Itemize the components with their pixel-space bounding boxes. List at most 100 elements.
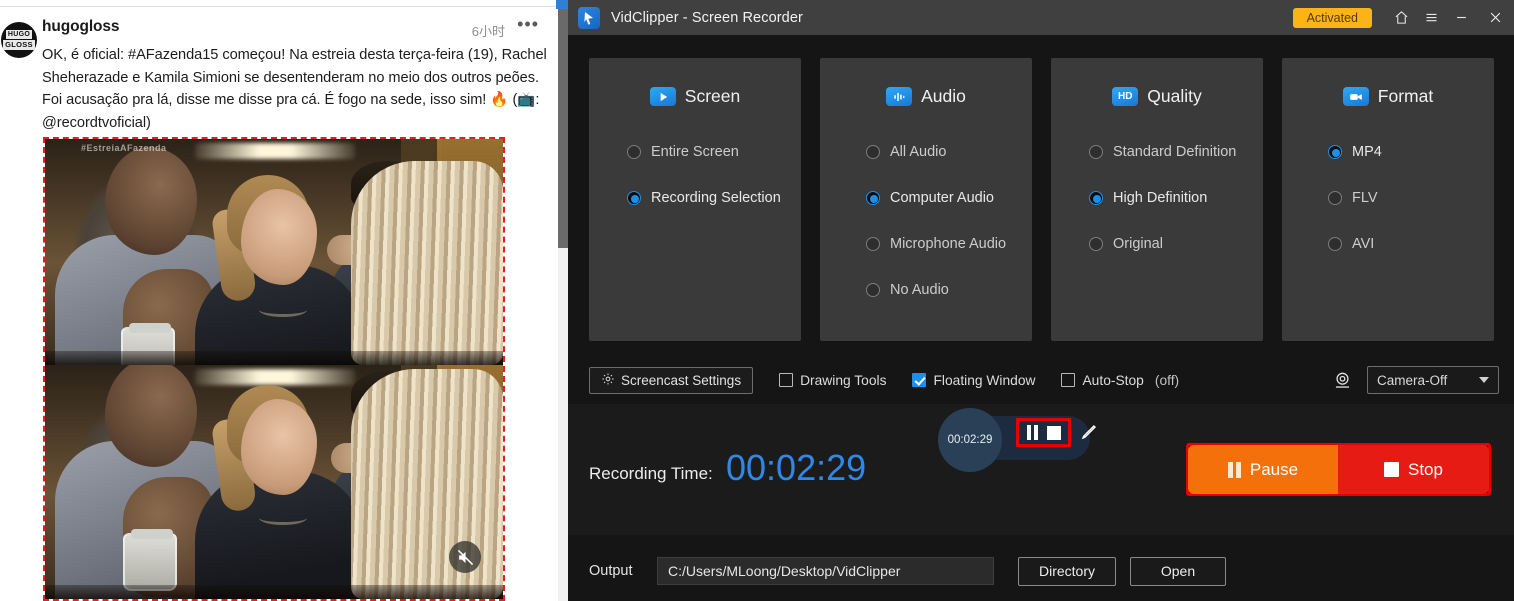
option-original[interactable]: Original	[1051, 221, 1263, 267]
option-avi-label: AVI	[1352, 236, 1375, 252]
scrollbar-thumb[interactable]	[558, 0, 568, 248]
minimize-icon[interactable]	[1446, 0, 1476, 35]
video-still-bottom	[45, 365, 503, 599]
floating-pause-icon[interactable]	[1026, 425, 1038, 440]
card-quality: HD Quality Standard Definition High Defi…	[1051, 58, 1263, 341]
post-body-text: OK, é oficial: #AFazenda15 começou! Na e…	[42, 47, 547, 131]
floating-stop-icon[interactable]	[1046, 425, 1061, 440]
option-standard-definition[interactable]: Standard Definition	[1051, 129, 1263, 175]
option-microphone-audio[interactable]: Microphone Audio	[820, 221, 1032, 267]
stop-icon	[1384, 462, 1399, 477]
checkbox-floating-window[interactable]: Floating Window	[912, 373, 1035, 388]
option-no-audio[interactable]: No Audio	[820, 267, 1032, 313]
radio-standard-definition[interactable]	[1089, 145, 1103, 159]
webcam-icon[interactable]	[1329, 367, 1355, 393]
radio-computer-audio[interactable]	[866, 191, 880, 205]
avatar[interactable]: HUGO GLOSS	[1, 22, 37, 58]
directory-button[interactable]: Directory	[1018, 556, 1116, 586]
card-quality-header: HD Quality	[1051, 86, 1263, 107]
radio-avi[interactable]	[1328, 237, 1342, 251]
left-panel-scrollbar[interactable]	[558, 0, 568, 601]
option-high-definition-label: High Definition	[1113, 190, 1208, 206]
recording-status-bar: Recording Time: 00:02:29 00:02:29 Pause	[568, 404, 1514, 535]
option-recording-selection-label: Recording Selection	[651, 190, 781, 206]
video-still-top: #EstreiaAFazenda	[45, 139, 503, 365]
video-frame-bottom[interactable]	[45, 365, 503, 599]
card-audio: Audio All Audio Computer Audio Microphon…	[820, 58, 1032, 341]
radio-original[interactable]	[1089, 237, 1103, 251]
auto-stop-state: (off)	[1154, 372, 1180, 388]
video-frame-top[interactable]: #EstreiaAFazenda	[45, 139, 503, 365]
camera-select-dropdown[interactable]: Camera-Off	[1367, 366, 1499, 394]
card-screen-header: Screen	[589, 86, 801, 107]
floating-widget-controls-highlight[interactable]	[1016, 418, 1071, 447]
stop-button[interactable]: Stop	[1338, 445, 1489, 494]
pause-icon	[1227, 461, 1241, 478]
output-path-value: C:/Users/MLoong/Desktop/VidClipper	[668, 563, 901, 579]
option-original-label: Original	[1113, 236, 1163, 252]
speaker-muted-icon[interactable]	[449, 541, 481, 573]
radio-flv[interactable]	[1328, 191, 1342, 205]
avatar-line-1: HUGO	[5, 30, 33, 39]
auto-stop-checkbox[interactable]	[1061, 373, 1076, 387]
open-button[interactable]: Open	[1130, 556, 1226, 586]
floating-window-checkbox[interactable]	[912, 373, 927, 387]
social-post-panel: HUGO GLOSS hugogloss 6小时 ••• OK, é ofici…	[0, 0, 568, 601]
option-flv[interactable]: FLV	[1282, 175, 1494, 221]
drawing-tools-checkbox[interactable]	[779, 373, 794, 387]
options-toolbar: Screencast Settings Drawing Tools Floati…	[589, 364, 1499, 396]
radio-all-audio[interactable]	[866, 145, 880, 159]
vidclipper-logo-icon	[578, 6, 600, 29]
card-audio-title: Audio	[921, 86, 966, 106]
card-quality-title: Quality	[1147, 86, 1202, 106]
radio-entire-screen[interactable]	[627, 145, 641, 159]
card-audio-header: Audio	[820, 86, 1032, 107]
window-titlebar: VidClipper - Screen Recorder Activated	[568, 0, 1514, 35]
pause-button-label: Pause	[1249, 459, 1299, 479]
checkbox-auto-stop[interactable]: Auto-Stop (off)	[1061, 373, 1179, 388]
radio-no-audio[interactable]	[866, 283, 880, 297]
option-mp4[interactable]: MP4	[1282, 129, 1494, 175]
recording-time-value: 00:02:29	[726, 447, 867, 488]
radio-mp4[interactable]	[1328, 145, 1342, 159]
panel-divider	[0, 6, 556, 7]
option-avi[interactable]: AVI	[1282, 221, 1494, 267]
recording-selection-region[interactable]: #EstreiaAFazenda	[43, 137, 505, 601]
option-high-definition[interactable]: High Definition	[1051, 175, 1263, 221]
option-entire-screen-label: Entire Screen	[651, 144, 739, 160]
option-entire-screen[interactable]: Entire Screen	[589, 129, 801, 175]
home-icon[interactable]	[1386, 0, 1416, 35]
option-all-audio[interactable]: All Audio	[820, 129, 1032, 175]
screencast-settings-button[interactable]: Screencast Settings	[589, 366, 754, 394]
screencast-settings-label: Screencast Settings	[621, 372, 742, 388]
post-more-options-icon[interactable]: •••	[517, 14, 539, 35]
settings-cards: Screen Entire Screen Recording Selection	[589, 58, 1499, 341]
option-recording-selection[interactable]: Recording Selection	[589, 175, 801, 221]
output-row: Output C:/Users/MLoong/Desktop/VidClippe…	[589, 556, 1499, 586]
camcorder-icon	[1342, 87, 1369, 106]
post-author-name[interactable]: hugogloss	[42, 18, 120, 36]
activated-badge[interactable]: Activated	[1292, 7, 1372, 28]
option-standard-definition-label: Standard Definition	[1113, 144, 1237, 160]
post-timestamp: 6小时	[471, 24, 505, 39]
radio-microphone-audio[interactable]	[866, 237, 880, 251]
radio-high-definition[interactable]	[1089, 191, 1103, 205]
output-label: Output	[589, 563, 633, 579]
card-format: Format MP4 FLV AVI	[1282, 58, 1494, 341]
output-path-input[interactable]: C:/Users/MLoong/Desktop/VidClipper	[657, 557, 994, 585]
floating-pencil-icon[interactable]	[1080, 423, 1098, 441]
option-flv-label: FLV	[1352, 190, 1378, 206]
menu-icon[interactable]	[1416, 0, 1446, 35]
radio-recording-selection[interactable]	[627, 191, 641, 205]
close-icon[interactable]	[1476, 0, 1514, 35]
pause-button[interactable]: Pause	[1188, 445, 1338, 494]
checkbox-drawing-tools[interactable]: Drawing Tools	[779, 373, 886, 388]
avatar-line-2: GLOSS	[3, 40, 35, 50]
option-all-audio-label: All Audio	[890, 144, 947, 160]
card-format-header: Format	[1282, 86, 1494, 107]
titlebar-controls: Activated	[1292, 0, 1514, 35]
hd-badge-icon: HD	[1112, 87, 1139, 106]
chevron-down-icon	[1479, 377, 1489, 383]
auto-stop-label: Auto-Stop	[1082, 372, 1144, 388]
option-computer-audio[interactable]: Computer Audio	[820, 175, 1032, 221]
